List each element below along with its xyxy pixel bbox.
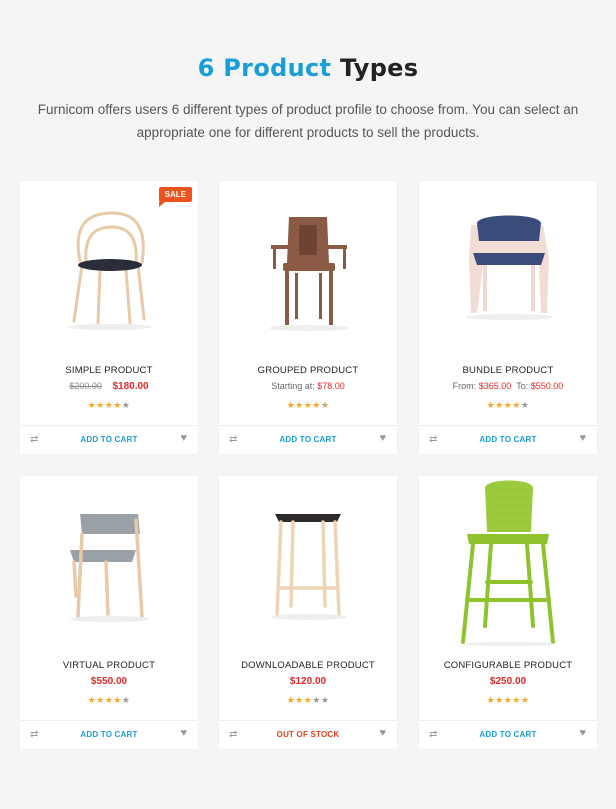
product-price: Starting at: $78.00 xyxy=(219,381,397,391)
current-price: $180.00 xyxy=(112,381,149,392)
current-price: $250.00 xyxy=(489,676,527,687)
section-title: 6 Product Types xyxy=(0,54,616,82)
product-image[interactable]: SALE xyxy=(20,181,198,351)
product-card-downloadable[interactable]: DOWNLOADABLE PRODUCT $120.00 ★★★★★ ⇄ OUT… xyxy=(219,476,397,749)
card-actions: ⇄ ADD TO CART ♥ xyxy=(419,720,597,750)
product-card-simple[interactable]: SALE SIMPLE PRODUCT $200.00 $180.00 ★★★★… xyxy=(20,181,198,454)
price-prefix: Starting at: xyxy=(271,381,315,391)
product-image[interactable] xyxy=(419,181,597,351)
product-card-grouped[interactable]: GROUPED PRODUCT Starting at: $78.00 ★★★★… xyxy=(219,181,397,454)
product-name[interactable]: DOWNLOADABLE PRODUCT xyxy=(219,660,397,671)
product-name[interactable]: SIMPLE PRODUCT xyxy=(20,365,198,376)
current-price: $550.00 xyxy=(90,676,128,687)
product-price: $250.00 xyxy=(419,676,597,687)
rating-stars: ★★★★★ xyxy=(219,400,397,411)
heart-icon[interactable]: ♥ xyxy=(379,727,386,739)
section-title-rest: Types xyxy=(339,54,419,82)
star-icon: ★ xyxy=(520,400,530,410)
old-price: $200.00 xyxy=(69,381,102,391)
star-icon: ★★★★ xyxy=(87,695,122,705)
heart-icon[interactable]: ♥ xyxy=(579,432,586,444)
star-icon: ★ xyxy=(121,400,131,410)
product-price: $120.00 xyxy=(219,676,397,687)
add-to-cart-button[interactable]: ADD TO CART xyxy=(419,730,597,739)
current-price: $120.00 xyxy=(289,676,327,687)
product-card-virtual[interactable]: VIRTUAL PRODUCT $550.00 ★★★★★ ⇄ ADD TO C… xyxy=(20,476,198,749)
product-price: From: $365.00 To: $550.00 xyxy=(419,381,597,391)
product-card-configurable[interactable]: CONFIGURABLE PRODUCT $250.00 ★★★★★ ⇄ ADD… xyxy=(419,476,597,749)
price-to-label: To: xyxy=(516,381,529,391)
rating-stars: ★★★★★ xyxy=(219,695,397,706)
product-image[interactable] xyxy=(219,476,397,646)
product-name[interactable]: CONFIGURABLE PRODUCT xyxy=(419,660,597,671)
section-title-accent: 6 Product xyxy=(197,54,332,82)
star-icon: ★★★★ xyxy=(286,400,321,410)
card-actions: ⇄ ADD TO CART ♥ xyxy=(20,720,198,750)
product-name[interactable]: GROUPED PRODUCT xyxy=(219,365,397,376)
section-description: Furnicom offers users 6 different types … xyxy=(37,102,579,140)
add-to-cart-button[interactable]: ADD TO CART xyxy=(419,435,597,444)
current-price: $78.00 xyxy=(317,381,345,391)
product-image[interactable] xyxy=(219,181,397,351)
star-icon: ★ xyxy=(121,695,131,705)
product-card-bundle[interactable]: BUNDLE PRODUCT From: $365.00 To: $550.00… xyxy=(419,181,597,454)
product-name[interactable]: VIRTUAL PRODUCT xyxy=(20,660,198,671)
star-icon: ★★★★ xyxy=(87,400,122,410)
heart-icon[interactable]: ♥ xyxy=(579,727,586,739)
out-of-stock-label: OUT OF STOCK xyxy=(276,730,340,739)
add-to-cart-button[interactable]: ADD TO CART xyxy=(219,435,397,444)
rating-stars: ★★★★★ xyxy=(20,400,198,411)
heart-icon[interactable]: ♥ xyxy=(180,432,187,444)
card-actions: ⇄ OUT OF STOCK ♥ xyxy=(219,720,397,750)
star-icon: ★★★★ xyxy=(486,400,521,410)
sale-badge: SALE xyxy=(158,187,192,207)
product-name[interactable]: BUNDLE PRODUCT xyxy=(419,365,597,376)
card-actions: ⇄ ADD TO CART ♥ xyxy=(419,425,597,455)
price-to: $550.00 xyxy=(530,381,564,391)
card-actions: ⇄ ADD TO CART ♥ xyxy=(219,425,397,455)
product-types-section: 6 Product Types Furnicom offers users 6 … xyxy=(0,0,616,809)
heart-icon[interactable]: ♥ xyxy=(180,727,187,739)
rating-stars: ★★★★★ xyxy=(419,400,597,411)
product-image[interactable] xyxy=(419,476,597,646)
product-image[interactable] xyxy=(20,476,198,646)
star-icon: ★★★ xyxy=(286,695,313,705)
product-price: $200.00 $180.00 xyxy=(20,381,198,392)
rating-stars: ★★★★★ xyxy=(20,695,198,706)
add-to-cart-button[interactable]: ADD TO CART xyxy=(20,730,198,739)
card-actions: ⇄ ADD TO CART ♥ xyxy=(20,425,198,455)
star-icon: ★★★★★ xyxy=(486,695,530,705)
add-to-cart-button[interactable]: ADD TO CART xyxy=(20,435,198,444)
rating-stars: ★★★★★ xyxy=(419,695,597,706)
star-icon: ★★ xyxy=(312,695,330,705)
heart-icon[interactable]: ♥ xyxy=(379,432,386,444)
price-from: $365.00 xyxy=(478,381,512,391)
price-from-label: From: xyxy=(452,381,477,391)
product-price: $550.00 xyxy=(20,676,198,687)
star-icon: ★ xyxy=(320,400,330,410)
